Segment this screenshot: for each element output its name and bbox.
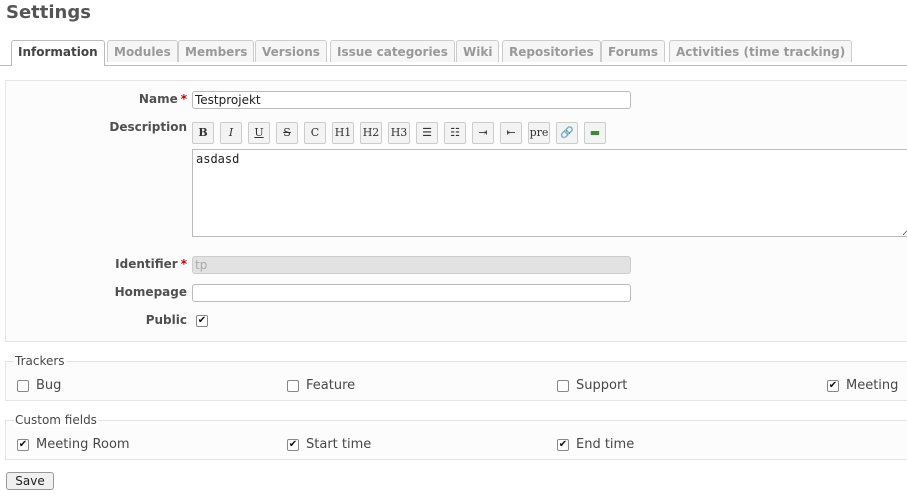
identifier-field <box>192 256 631 274</box>
trackers-fieldset <box>5 361 907 401</box>
public-label: Public <box>145 313 187 327</box>
identifier-label: Identifier * <box>115 257 187 271</box>
tab-repositories[interactable]: Repositories <box>502 40 601 62</box>
code-button[interactable]: C <box>304 122 326 144</box>
italic-icon: I <box>228 126 234 139</box>
unordered-list-icon: ☰ <box>422 126 432 139</box>
trackers-legend: Trackers <box>14 354 66 368</box>
tab-versions[interactable]: Versions <box>255 40 327 62</box>
image-icon: ▬ <box>589 126 601 139</box>
homepage-field[interactable] <box>192 284 631 302</box>
quote-icon: ⇥ <box>478 126 488 139</box>
tracker-feature-checkbox[interactable] <box>287 380 299 392</box>
heading3-icon: H3 <box>390 126 408 139</box>
page-title: Settings <box>6 2 91 23</box>
custom-field-meeting-room-checkbox[interactable]: ✔ <box>17 439 29 451</box>
link-icon: 🔗 <box>560 126 574 139</box>
ordered-list-icon: ☷ <box>450 126 460 139</box>
tab-bar: Information Modules Members Versions Iss… <box>0 40 907 66</box>
link-button[interactable]: 🔗 <box>556 122 578 144</box>
required-mark: * <box>180 257 187 271</box>
required-mark: * <box>180 92 187 106</box>
bold-icon: B <box>198 126 208 139</box>
description-label: Description <box>109 120 187 134</box>
tracker-bug-checkbox[interactable] <box>17 380 29 392</box>
custom-fields-fieldset <box>5 420 907 460</box>
strikethrough-button[interactable]: S <box>276 122 298 144</box>
tracker-meeting-checkbox[interactable]: ✔ <box>827 380 839 392</box>
custom-field-start-time-checkbox[interactable]: ✔ <box>287 439 299 451</box>
public-checkbox[interactable]: ✔ <box>196 315 208 327</box>
tab-forums[interactable]: Forums <box>601 40 666 62</box>
custom-field-end-time-label: End time <box>576 437 635 452</box>
name-field[interactable] <box>192 91 631 109</box>
bold-button[interactable]: B <box>192 122 214 144</box>
tab-activities[interactable]: Activities (time tracking) <box>669 40 853 62</box>
custom-field-start-time-label: Start time <box>306 437 372 452</box>
tab-members[interactable]: Members <box>178 40 255 62</box>
tab-wiki[interactable]: Wiki <box>456 40 500 62</box>
image-button[interactable]: ▬ <box>584 122 606 144</box>
heading2-icon: H2 <box>362 126 380 139</box>
tracker-meeting-label: Meeting <box>846 378 899 393</box>
pre-button[interactable]: pre <box>528 122 550 144</box>
ordered-list-button[interactable]: ☷ <box>444 122 466 144</box>
heading2-button[interactable]: H2 <box>360 122 382 144</box>
custom-fields-legend: Custom fields <box>14 413 98 427</box>
pre-icon: pre <box>529 126 549 139</box>
tracker-bug-label: Bug <box>36 378 62 393</box>
tab-modules[interactable]: Modules <box>107 40 178 62</box>
strikethrough-icon: S <box>283 126 291 139</box>
quote-button[interactable]: ⇥ <box>472 122 494 144</box>
italic-button[interactable]: I <box>220 122 242 144</box>
name-label: Name * <box>138 92 187 106</box>
description-field[interactable]: asdasd <box>192 149 907 237</box>
homepage-label: Homepage <box>114 285 187 299</box>
custom-field-meeting-room-label: Meeting Room <box>36 437 130 452</box>
tab-information[interactable]: Information <box>11 40 105 66</box>
unquote-icon: ⇤ <box>506 126 516 139</box>
unquote-button[interactable]: ⇤ <box>500 122 522 144</box>
tracker-support-checkbox[interactable] <box>557 380 569 392</box>
underline-icon: U <box>254 126 264 139</box>
code-icon: C <box>310 126 320 139</box>
tracker-support-label: Support <box>576 378 628 393</box>
custom-field-end-time-checkbox[interactable]: ✔ <box>557 439 569 451</box>
heading1-icon: H1 <box>334 126 352 139</box>
underline-button[interactable]: U <box>248 122 270 144</box>
save-button[interactable]: Save <box>6 472 54 490</box>
tracker-feature-label: Feature <box>306 378 356 393</box>
heading1-button[interactable]: H1 <box>332 122 354 144</box>
tab-issue-categories[interactable]: Issue categories <box>330 40 455 62</box>
unordered-list-button[interactable]: ☰ <box>416 122 438 144</box>
heading3-button[interactable]: H3 <box>388 122 410 144</box>
